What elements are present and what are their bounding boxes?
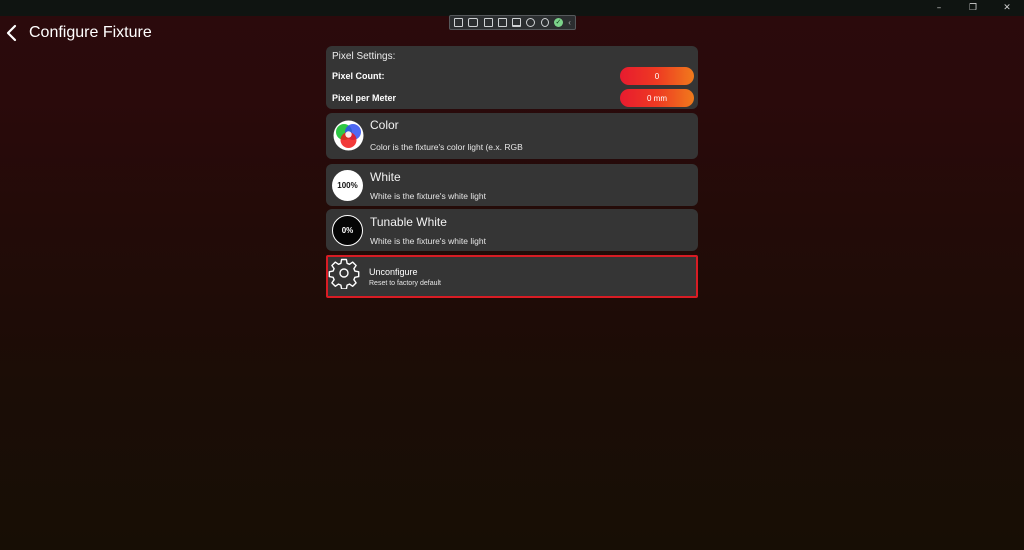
- gear-icon: [328, 258, 360, 290]
- color-option-card[interactable]: Color Color is the fixture's color light…: [326, 113, 698, 159]
- page-title: Configure Fixture: [29, 24, 152, 41]
- back-arrow-icon: [6, 24, 17, 42]
- pixel-per-meter-label: Pixel per Meter: [332, 93, 397, 103]
- document-icon[interactable]: [454, 18, 463, 27]
- unconfigure-title: Unconfigure: [369, 267, 418, 277]
- people-icon[interactable]: [526, 18, 536, 27]
- restore-button[interactable]: ❐: [956, 0, 990, 16]
- pixel-count-input[interactable]: 0: [620, 67, 694, 85]
- pixel-count-row: Pixel Count: 0: [332, 67, 694, 85]
- frame-icon[interactable]: [497, 18, 507, 27]
- pixel-count-label: Pixel Count:: [332, 71, 385, 81]
- white-option-description: White is the fixture's white light: [370, 191, 486, 201]
- pixel-settings-card: Pixel Settings: Pixel Count: 0 Pixel per…: [326, 46, 698, 109]
- white-option-card[interactable]: 100% White White is the fixture's white …: [326, 164, 698, 206]
- video-icon[interactable]: [468, 18, 479, 27]
- unconfigure-description: Reset to factory default: [369, 280, 441, 287]
- tunable-white-percent-badge: 0%: [332, 215, 363, 246]
- white-percent-badge: 100%: [332, 170, 363, 201]
- tunable-white-option-title: Tunable White: [370, 215, 447, 229]
- color-option-title: Color: [370, 118, 399, 132]
- monitor-icon[interactable]: [512, 18, 522, 27]
- unconfigure-option-card[interactable]: Unconfigure Reset to factory default: [326, 255, 698, 298]
- pixel-per-meter-input[interactable]: 0 mm: [620, 89, 694, 107]
- pixel-settings-title: Pixel Settings:: [332, 51, 396, 62]
- window-controls: – ❐ ✕: [922, 0, 1024, 16]
- check-icon[interactable]: ✓: [553, 18, 563, 27]
- tunable-white-option-card[interactable]: 0% Tunable White White is the fixture's …: [326, 209, 698, 251]
- cast-icon[interactable]: [483, 18, 493, 27]
- pixel-per-meter-row: Pixel per Meter 0 mm: [332, 89, 694, 107]
- back-button[interactable]: [5, 24, 21, 42]
- close-button[interactable]: ✕: [990, 0, 1024, 16]
- floating-toolbar: ✓ ‹: [449, 15, 576, 30]
- tunable-white-option-description: White is the fixture's white light: [370, 236, 486, 246]
- minimize-button[interactable]: –: [922, 0, 956, 16]
- rgb-circles-icon: [333, 120, 364, 151]
- white-option-title: White: [370, 170, 401, 184]
- link-icon[interactable]: [540, 18, 549, 27]
- color-option-description: Color is the fixture's color light (e.x.…: [370, 142, 523, 152]
- window-titlebar: – ❐ ✕: [0, 0, 1024, 16]
- chevron-left-icon[interactable]: ‹: [568, 18, 571, 27]
